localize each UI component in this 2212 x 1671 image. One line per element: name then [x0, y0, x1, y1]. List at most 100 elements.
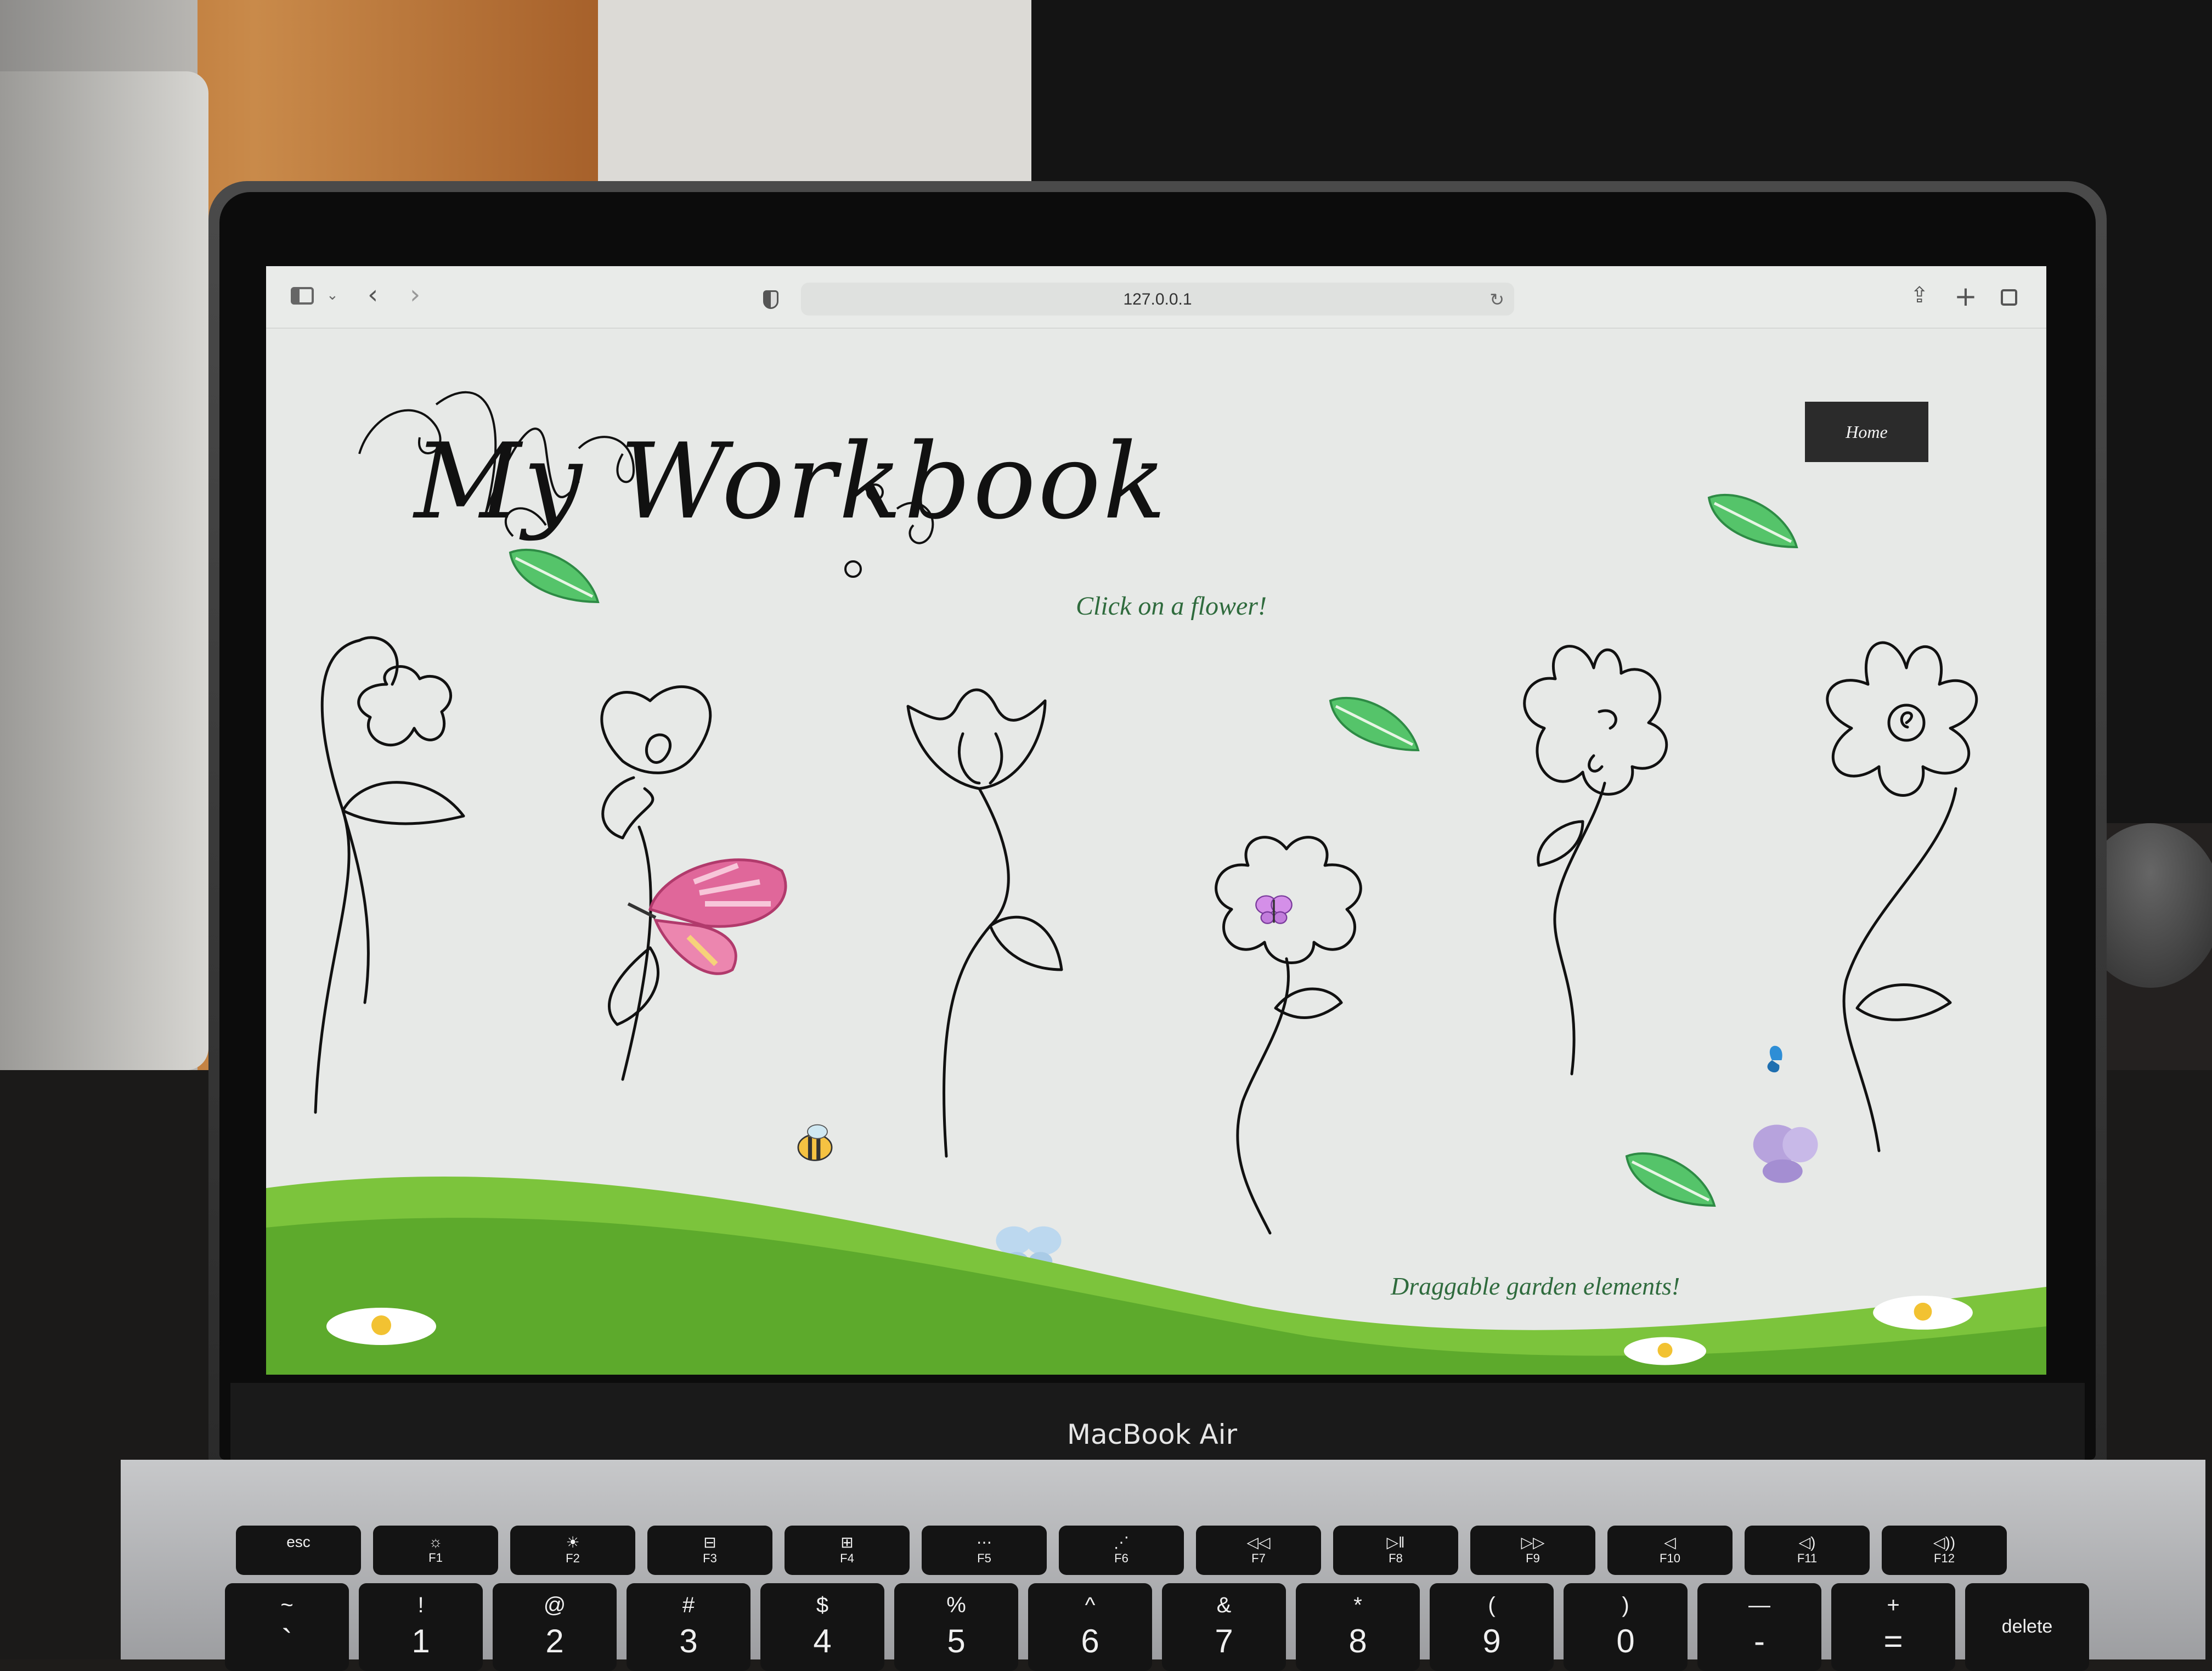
wall-right	[598, 0, 1037, 187]
key-bottom-label: F11	[1797, 1551, 1818, 1565]
browser-toolbar: ⌄ ‹ › 127.0.0.1 ↻ ⇪ +	[266, 266, 2046, 329]
num-key-0[interactable]: ~ `	[225, 1583, 349, 1671]
key-bottom-label: 0	[1616, 1623, 1635, 1659]
key-bottom-label: 6	[1081, 1623, 1099, 1659]
leaf-sticker-3[interactable]	[1325, 690, 1424, 756]
address-url: 127.0.0.1	[1123, 290, 1192, 308]
num-key-7[interactable]: & 7	[1162, 1583, 1286, 1671]
num-key-11[interactable]: — -	[1697, 1583, 1821, 1671]
key-top-label: ◁◁	[1246, 1534, 1271, 1551]
fn-key-2[interactable]: ☀ F2	[510, 1526, 635, 1575]
fn-key-6[interactable]: ⋰ F6	[1059, 1526, 1184, 1575]
key-bottom-label: F4	[840, 1551, 854, 1565]
key-bottom-label: delete	[2001, 1616, 2053, 1637]
instruction-text: Click on a flower!	[1076, 592, 1267, 621]
key-bottom-label: 3	[679, 1623, 698, 1659]
key-top-label: ⊞	[840, 1534, 854, 1551]
key-top-label: *	[1353, 1593, 1362, 1617]
back-icon[interactable]: ‹	[368, 279, 378, 310]
key-top-label: esc	[286, 1533, 311, 1550]
fn-key-0[interactable]: esc	[236, 1526, 361, 1575]
forward-icon[interactable]: ›	[410, 279, 420, 310]
fn-key-3[interactable]: ⊟ F3	[647, 1526, 772, 1575]
key-top-label: &	[1216, 1593, 1232, 1617]
fn-key-5[interactable]: ⋯ F5	[922, 1526, 1047, 1575]
chevron-down-icon[interactable]: ⌄	[326, 287, 338, 303]
key-top-label: $	[816, 1593, 829, 1617]
key-bottom-label: F1	[428, 1551, 443, 1565]
num-key-5[interactable]: % 5	[894, 1583, 1018, 1671]
daisy-cluster-far-right[interactable]	[1868, 1282, 1978, 1343]
butterfly-small-purple[interactable]	[1255, 893, 1293, 926]
key-top-label: ^	[1085, 1593, 1096, 1617]
fn-key-4[interactable]: ⊞ F4	[785, 1526, 910, 1575]
key-top-label: ◁)	[1798, 1534, 1816, 1551]
butterfly-blue-small[interactable]	[1753, 1041, 1791, 1079]
flower-daisy-spiral[interactable]	[1802, 624, 2011, 1173]
key-top-label: ▷‖	[1386, 1534, 1405, 1551]
key-bottom-label: 8	[1348, 1623, 1367, 1659]
key-bottom-label: F8	[1389, 1551, 1403, 1565]
num-key-13[interactable]: delete	[1965, 1583, 2089, 1671]
fn-key-11[interactable]: ◁) F11	[1745, 1526, 1870, 1575]
num-key-1[interactable]: ! 1	[359, 1583, 483, 1671]
grass-hill	[266, 1177, 2046, 1375]
privacy-shield-icon[interactable]	[763, 290, 778, 309]
key-bottom-label: F2	[566, 1551, 580, 1565]
key-bottom-label: 2	[545, 1623, 564, 1659]
key-top-label: —	[1748, 1593, 1770, 1617]
key-top-label: ☀	[566, 1534, 580, 1551]
key-bottom-label: F3	[703, 1551, 717, 1565]
key-bottom-label: 5	[947, 1623, 966, 1659]
share-icon[interactable]: ⇪	[1910, 283, 1929, 308]
num-key-2[interactable]: @2	[493, 1583, 617, 1671]
home-button[interactable]: Home	[1805, 402, 1928, 462]
num-key-12[interactable]: + =	[1831, 1583, 1955, 1671]
key-top-label: #	[682, 1593, 695, 1617]
fn-key-9[interactable]: ▷▷ F9	[1470, 1526, 1595, 1575]
num-key-6[interactable]: ^ 6	[1028, 1583, 1152, 1671]
key-bottom-label: 7	[1215, 1623, 1233, 1659]
laptop-brand-label: MacBook Air	[1066, 1419, 1238, 1450]
key-top-label: ◁))	[1933, 1534, 1956, 1551]
tab-overview-icon[interactable]	[2001, 289, 2017, 306]
key-top-label: ▷▷	[1521, 1534, 1545, 1551]
leaf-sticker-1[interactable]	[505, 542, 603, 607]
leaf-sticker-2[interactable]	[1703, 487, 1802, 553]
num-key-3[interactable]: #3	[627, 1583, 751, 1671]
key-top-label: @	[543, 1593, 566, 1617]
flower-tulip[interactable]	[881, 673, 1078, 1167]
daisy-cluster-left[interactable]	[321, 1293, 442, 1359]
sidebar-icon[interactable]	[291, 287, 314, 305]
garden-caption: Draggable garden elements!	[1391, 1272, 1680, 1300]
key-bottom-label: -	[1754, 1623, 1765, 1659]
new-tab-icon[interactable]: +	[1954, 280, 1977, 312]
butterfly-pink[interactable]	[617, 849, 793, 992]
photo-scene: MacBook Air esc ☼ F1 ☀ F2 ⊟ F3 ⊞ F4 ⋯ F5 ⋰ F6 ◁◁ F7 ▷‖ F…	[0, 0, 2212, 1671]
key-bottom-label: F7	[1251, 1551, 1266, 1565]
num-key-4[interactable]: $4	[760, 1583, 884, 1671]
site-logo[interactable]: My Workbook	[348, 372, 1166, 602]
key-bottom-label: F10	[1660, 1551, 1680, 1565]
key-top-label: (	[1488, 1593, 1496, 1617]
sidebar-pane	[293, 289, 300, 302]
key-top-label: )	[1622, 1593, 1629, 1617]
num-key-9[interactable]: (9	[1430, 1583, 1554, 1671]
fn-key-8[interactable]: ▷‖ F8	[1333, 1526, 1458, 1575]
fn-key-10[interactable]: ◁ F10	[1607, 1526, 1733, 1575]
fn-key-7[interactable]: ◁◁ F7	[1196, 1526, 1321, 1575]
flower-lily-of-valley[interactable]	[299, 618, 496, 1140]
key-top-label: %	[946, 1593, 966, 1617]
fn-key-1[interactable]: ☼ F1	[373, 1526, 498, 1575]
web-page: My Workbook Home Click on a flower! Drag…	[266, 328, 2046, 1375]
flower-five-petal[interactable]	[1511, 635, 1687, 1129]
reload-icon[interactable]: ↻	[1489, 289, 1504, 310]
num-key-8[interactable]: * 8	[1296, 1583, 1420, 1671]
key-bottom-label: F9	[1526, 1551, 1540, 1565]
key-top-label: ☼	[428, 1533, 443, 1550]
key-bottom-label: `	[281, 1623, 292, 1659]
address-bar[interactable]: 127.0.0.1 ↻	[801, 283, 1514, 316]
fn-key-12[interactable]: ◁)) F12	[1882, 1526, 2007, 1575]
daisy-cluster-right[interactable]	[1605, 1326, 1725, 1375]
num-key-10[interactable]: ) 0	[1564, 1583, 1688, 1671]
